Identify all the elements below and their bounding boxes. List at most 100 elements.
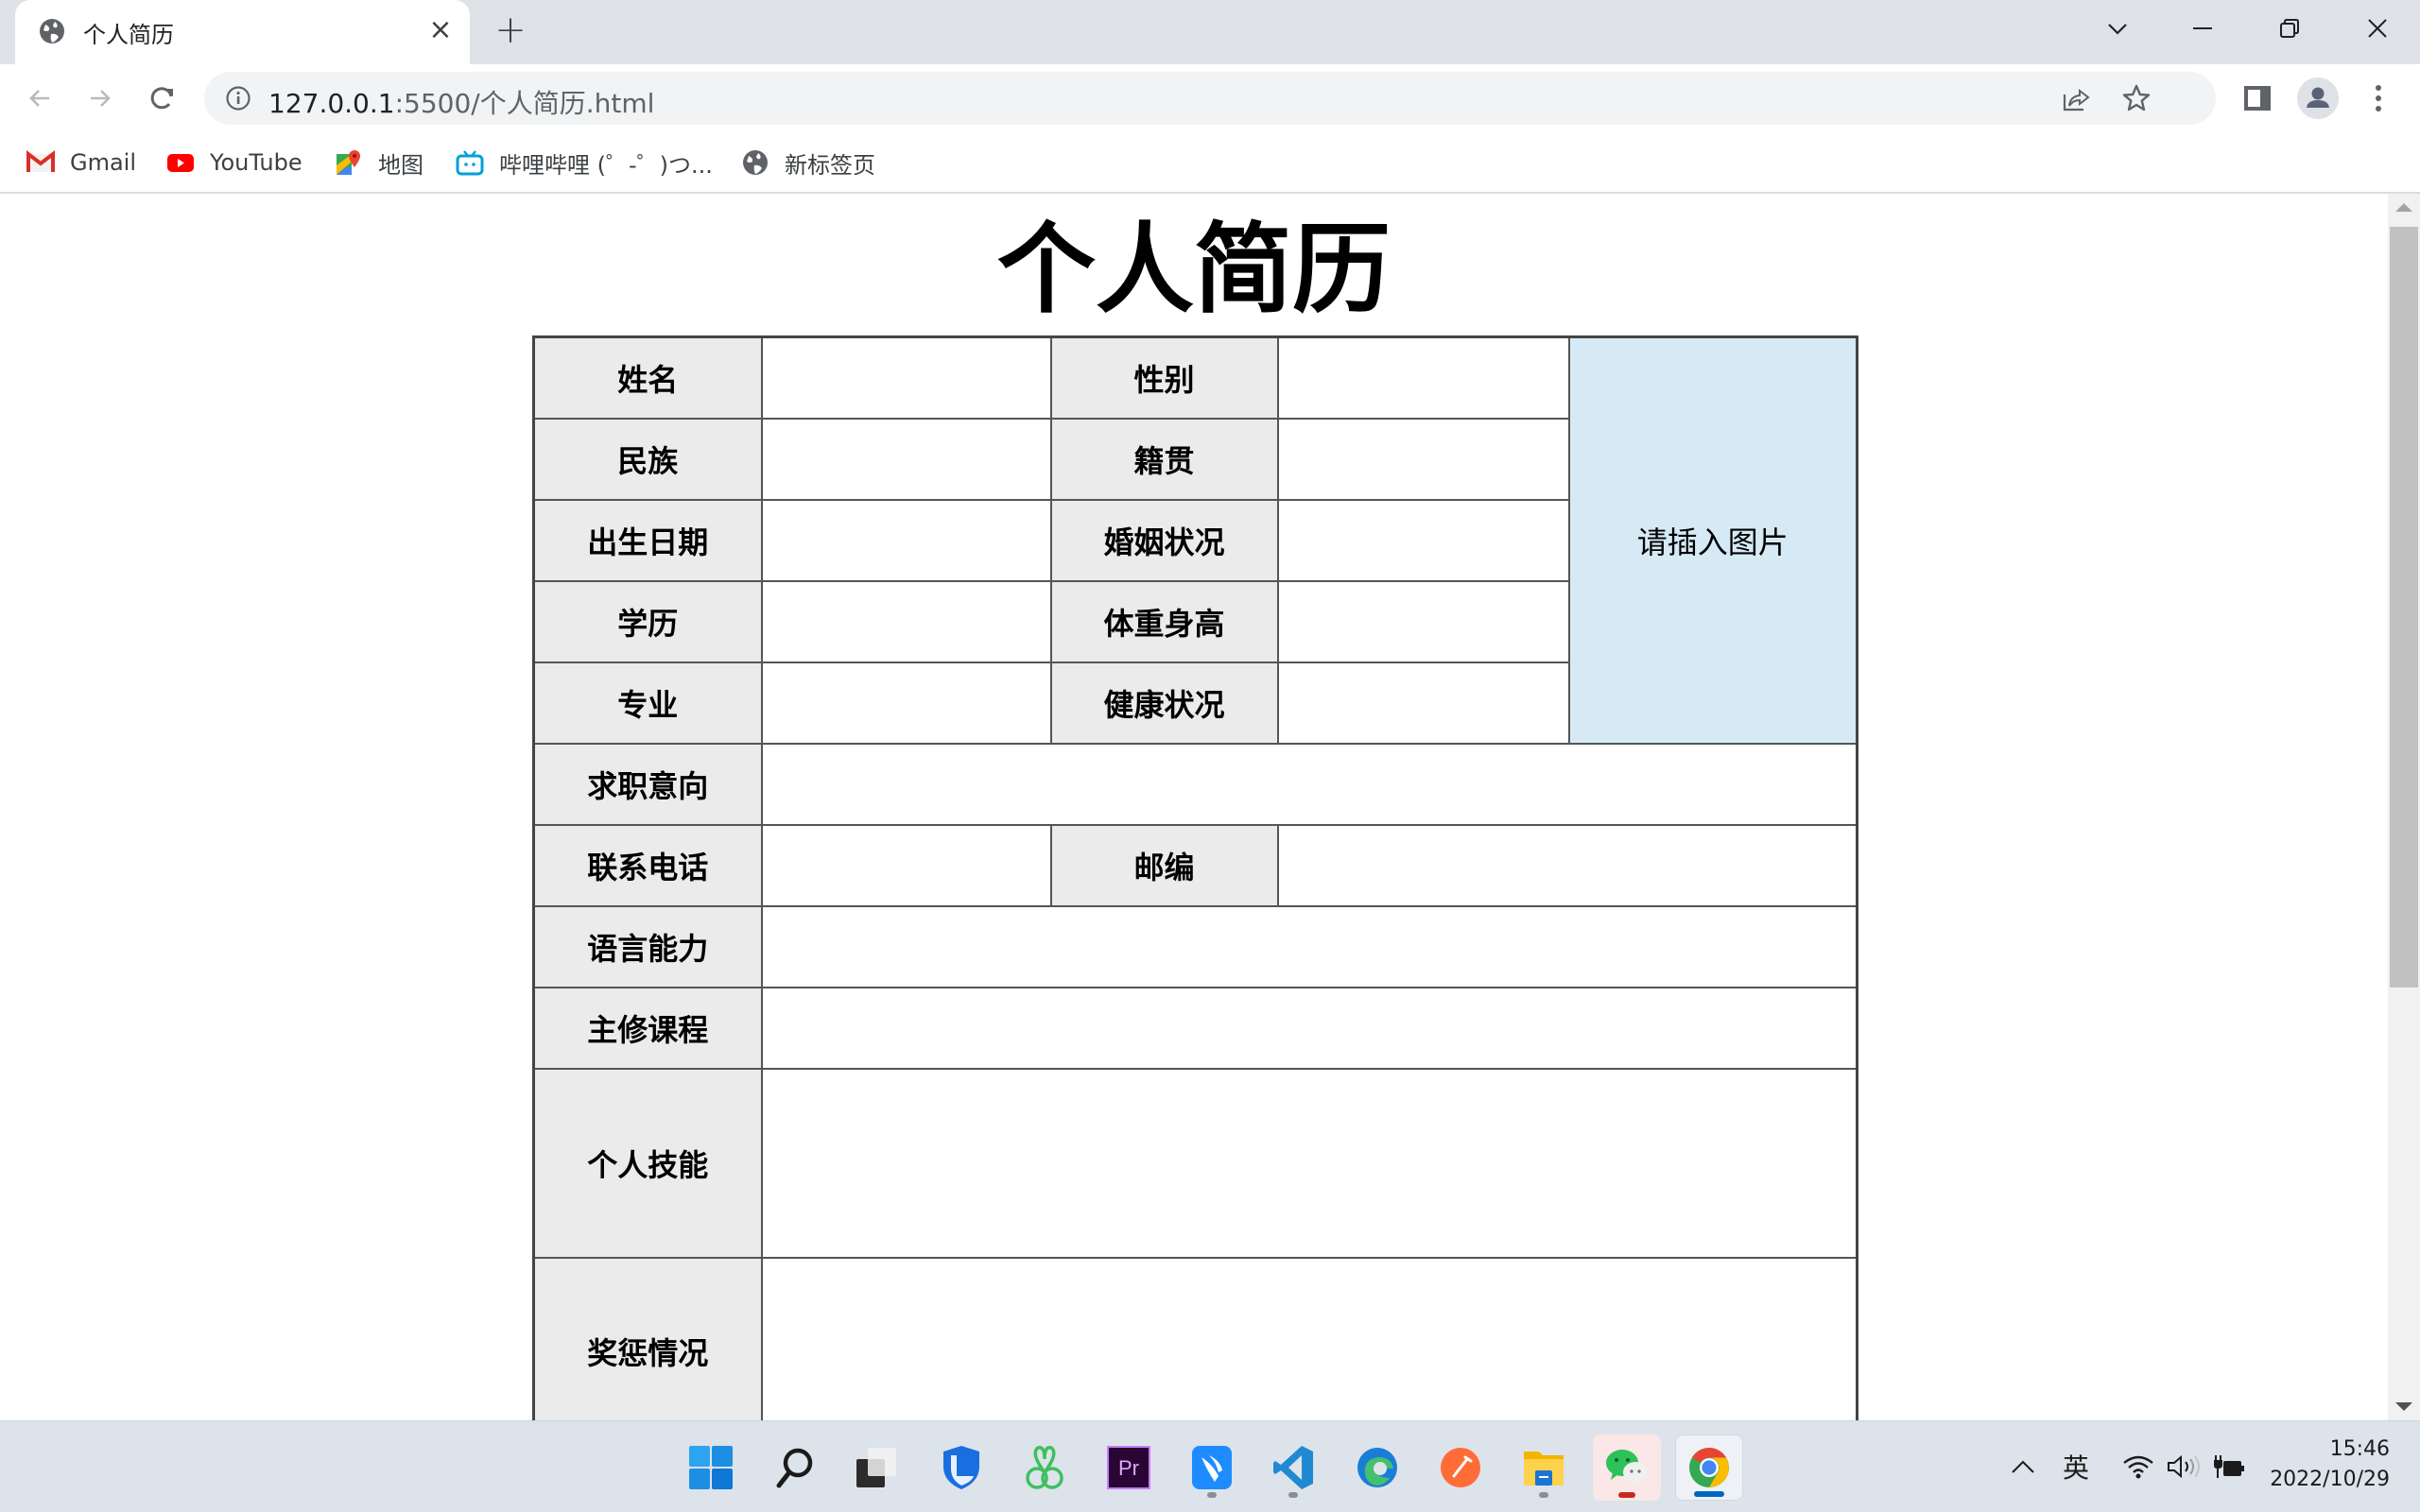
taskbar-security-app[interactable] [927, 1435, 995, 1501]
menu-icon[interactable] [2358, 77, 2399, 119]
youtube-icon [167, 154, 194, 172]
label-height-weight: 体重身高 [1049, 579, 1279, 663]
tab-strip: 个人简历 × + [0, 0, 2420, 64]
label-birth-date: 出生日期 [532, 498, 763, 582]
share-icon[interactable] [2061, 83, 2091, 113]
value-native-place[interactable] [1276, 417, 1570, 501]
label-language: 语言能力 [532, 904, 763, 988]
value-language[interactable] [760, 904, 1858, 988]
new-tab-button[interactable]: + [492, 11, 529, 49]
scrollbar-thumb[interactable] [2390, 227, 2418, 988]
taskbar-premiere-pro[interactable]: Pr [1095, 1435, 1163, 1501]
taskbar-task-view[interactable] [842, 1435, 910, 1501]
resume-table: 姓名 性别 请插入图片 民族 籍贯 出生日期 婚姻状况 学历 体重身高 专业 健… [532, 335, 1858, 1420]
table-row: 主修课程 [532, 986, 1858, 1070]
address-bar[interactable]: 127.0.0.1:5500/个人简历.html [204, 72, 2216, 125]
url-path: :5500/个人简历.html [394, 88, 655, 119]
label-awards: 奖惩情况 [532, 1256, 763, 1420]
close-window-icon[interactable] [2349, 8, 2406, 49]
value-name[interactable] [760, 335, 1052, 420]
bookmark-maps[interactable]: 地图 [335, 146, 424, 180]
edge-icon [1357, 1448, 1397, 1487]
table-row: 奖惩情况 [532, 1256, 1858, 1420]
back-icon[interactable] [19, 77, 60, 119]
value-marital-status[interactable] [1276, 498, 1570, 582]
value-major[interactable] [760, 661, 1052, 745]
value-height-weight[interactable] [1276, 579, 1570, 663]
value-job-intention[interactable] [760, 742, 1858, 826]
info-icon[interactable] [225, 85, 251, 112]
label-ethnicity: 民族 [532, 417, 763, 501]
bookmark-bilibili[interactable]: 哔哩哔哩 (゜-゜)つ... [456, 146, 713, 180]
taskbar-wechat[interactable] [1593, 1435, 1661, 1501]
vertical-scrollbar[interactable] [2388, 194, 2420, 1420]
ime-indicator[interactable]: 英 [2057, 1420, 2095, 1512]
tray-expand-icon[interactable] [2004, 1420, 2042, 1512]
tab-search-icon[interactable] [2089, 8, 2146, 49]
star-icon[interactable] [2121, 83, 2152, 113]
value-courses[interactable] [760, 986, 1858, 1070]
running-indicator [1207, 1492, 1217, 1498]
minimize-icon[interactable] [2174, 8, 2231, 49]
label-native-place: 籍贯 [1049, 417, 1279, 501]
taskbar-navicat[interactable] [1011, 1435, 1079, 1501]
table-row: 求职意向 [532, 742, 1858, 826]
tab-close-icon[interactable]: × [424, 13, 458, 47]
bookmark-label: 地图 [378, 151, 424, 179]
folder-icon [1524, 1452, 1564, 1486]
label-marital-status: 婚姻状况 [1049, 498, 1279, 582]
wifi-icon[interactable] [2119, 1420, 2157, 1512]
table-row: 联系电话 邮编 [532, 823, 1858, 907]
page-title: 个人简历 [996, 212, 1391, 327]
volume-icon[interactable] [2165, 1420, 2203, 1512]
photo-placeholder[interactable]: 请插入图片 [1567, 335, 1858, 745]
taskbar-vscode[interactable] [1259, 1435, 1327, 1501]
bookmarks-bar: Gmail YouTube 地图 哔哩哔哩 (゜-゜)つ... 新标签页 [0, 132, 2420, 194]
label-gender: 性别 [1049, 335, 1279, 420]
value-phone[interactable] [760, 823, 1052, 907]
profile-icon[interactable] [2297, 77, 2339, 119]
premiere-pro-icon: Pr [1107, 1446, 1150, 1489]
bookmark-youtube[interactable]: YouTube [166, 146, 302, 180]
clock-date: 2022/10/29 [2270, 1468, 2390, 1491]
taskbar-file-explorer[interactable] [1510, 1435, 1578, 1501]
active-indicator [1694, 1491, 1724, 1497]
taskbar-edge[interactable] [1343, 1435, 1411, 1501]
value-postcode[interactable] [1276, 823, 1858, 907]
tab-title: 个人简历 [83, 22, 174, 48]
taskbar-chrome[interactable] [1675, 1435, 1743, 1501]
side-panel-icon[interactable] [2237, 77, 2278, 119]
scroll-down-arrow-icon[interactable] [2395, 1402, 2412, 1411]
value-education[interactable] [760, 579, 1052, 663]
taskbar-postman[interactable] [1426, 1435, 1495, 1501]
value-health[interactable] [1276, 661, 1570, 745]
taskbar-feishu[interactable] [1178, 1435, 1246, 1501]
navicat-icon [1026, 1446, 1063, 1489]
scroll-up-arrow-icon[interactable] [2395, 203, 2412, 212]
forward-icon[interactable] [79, 77, 121, 119]
bookmark-new-tab[interactable]: 新标签页 [741, 146, 875, 180]
running-indicator [1288, 1492, 1298, 1498]
value-gender[interactable] [1276, 335, 1570, 420]
taskbar-start[interactable] [677, 1435, 745, 1501]
running-indicator [1539, 1492, 1548, 1498]
shield-icon [943, 1446, 979, 1489]
taskbar-clock[interactable]: 15:46 2022/10/29 [2250, 1435, 2390, 1495]
value-birth-date[interactable] [760, 498, 1052, 582]
reload-icon[interactable] [142, 77, 183, 119]
battery-charging-icon[interactable] [2210, 1420, 2248, 1512]
windows-start-icon [689, 1446, 733, 1489]
value-skills[interactable] [760, 1067, 1858, 1259]
chrome-icon [1689, 1448, 1729, 1487]
label-courses: 主修课程 [532, 986, 763, 1070]
bookmark-label: 新标签页 [785, 151, 875, 179]
label-major: 专业 [532, 661, 763, 745]
tab-resume[interactable]: 个人简历 × [15, 0, 470, 64]
label-name: 姓名 [532, 335, 763, 420]
bookmark-gmail[interactable]: Gmail [26, 146, 136, 180]
value-awards[interactable] [760, 1256, 1858, 1420]
value-ethnicity[interactable] [760, 417, 1052, 501]
taskbar-search[interactable] [761, 1435, 829, 1501]
url-text[interactable]: 127.0.0.1:5500/个人简历.html [268, 83, 654, 121]
restore-icon[interactable] [2261, 8, 2318, 49]
